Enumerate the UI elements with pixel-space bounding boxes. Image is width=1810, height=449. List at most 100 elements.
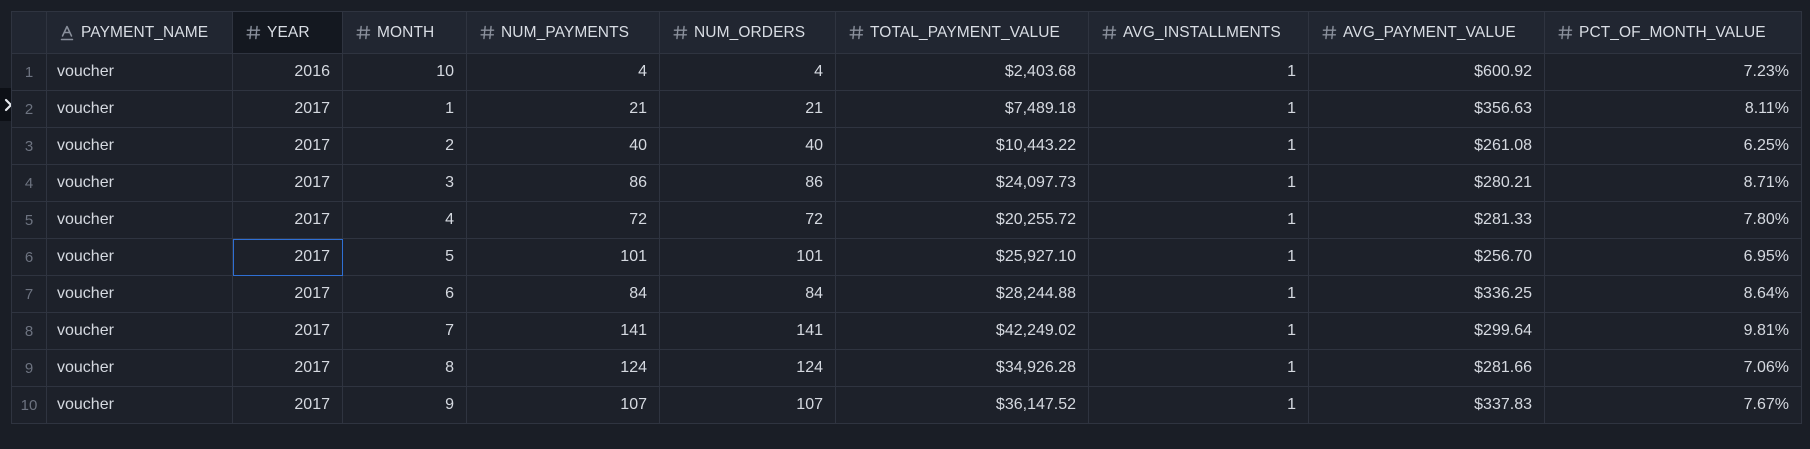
cell-pct-of-month-value[interactable]: 8.71%	[1544, 164, 1802, 202]
cell-total-payment-value[interactable]: $7,489.18	[835, 90, 1089, 128]
cell-num-orders[interactable]: 40	[659, 127, 836, 165]
cell-month[interactable]: 9	[342, 386, 467, 424]
column-header-num-orders[interactable]: NUM_ORDERS	[659, 11, 836, 54]
column-header-avg-installments[interactable]: AVG_INSTALLMENTS	[1088, 11, 1309, 54]
cell-pct-of-month-value[interactable]: 7.80%	[1544, 201, 1802, 239]
cell-avg-installments[interactable]: 1	[1088, 127, 1309, 165]
table-row[interactable]: 7 voucher 2017 6 84 84 $28,244.88 1 $336.25 8.64%	[11, 275, 1802, 313]
cell-num-payments[interactable]: 72	[466, 201, 660, 239]
table-row[interactable]: 3 voucher 2017 2 40 40 $10,443.22 1 $261.08 6.25%	[11, 127, 1802, 165]
active-cell[interactable]: 2017	[232, 238, 343, 276]
cell-avg-installments[interactable]: 1	[1088, 53, 1309, 91]
cell-month[interactable]: 10	[342, 53, 467, 91]
cell-year[interactable]: 2017	[232, 349, 343, 387]
cell-payment-name[interactable]: voucher	[46, 53, 233, 91]
cell-pct-of-month-value[interactable]: 8.64%	[1544, 275, 1802, 313]
cell-avg-installments[interactable]: 1	[1088, 90, 1309, 128]
column-header-total-payment-value[interactable]: TOTAL_PAYMENT_VALUE	[835, 11, 1089, 54]
table-row[interactable]: 6 voucher 2017 5 101 101 $25,927.10 1 $256.70 6.9…	[11, 238, 1802, 276]
cell-avg-payment-value[interactable]: $336.25	[1308, 275, 1545, 313]
cell-month[interactable]: 8	[342, 349, 467, 387]
cell-month[interactable]: 5	[342, 238, 467, 276]
cell-num-orders[interactable]: 86	[659, 164, 836, 202]
cell-payment-name[interactable]: voucher	[46, 275, 233, 313]
cell-num-payments[interactable]: 40	[466, 127, 660, 165]
table-row[interactable]: 9 voucher 2017 8 124 124 $34,926.28 1 $281.66 7.0…	[11, 349, 1802, 387]
cell-avg-payment-value[interactable]: $281.33	[1308, 201, 1545, 239]
cell-avg-installments[interactable]: 1	[1088, 312, 1309, 350]
cell-total-payment-value[interactable]: $28,244.88	[835, 275, 1089, 313]
column-header-avg-payment-value[interactable]: AVG_PAYMENT_VALUE	[1308, 11, 1545, 54]
cell-year[interactable]: 2017	[232, 275, 343, 313]
cell-num-orders[interactable]: 4	[659, 53, 836, 91]
cell-payment-name[interactable]: voucher	[46, 349, 233, 387]
cell-year[interactable]: 2017	[232, 90, 343, 128]
cell-avg-payment-value[interactable]: $280.21	[1308, 164, 1545, 202]
table-row[interactable]: 8 voucher 2017 7 141 141 $42,249.02 1 $299.64 9.8…	[11, 312, 1802, 350]
column-header-pct-of-month-value[interactable]: PCT_OF_MONTH_VALUE	[1544, 11, 1802, 54]
cell-year[interactable]: 2017	[232, 127, 343, 165]
cell-avg-installments[interactable]: 1	[1088, 201, 1309, 239]
column-header-year[interactable]: YEAR	[232, 11, 343, 54]
cell-month[interactable]: 4	[342, 201, 467, 239]
cell-avg-installments[interactable]: 1	[1088, 164, 1309, 202]
cell-num-payments[interactable]: 107	[466, 386, 660, 424]
cell-total-payment-value[interactable]: $42,249.02	[835, 312, 1089, 350]
cell-num-payments[interactable]: 84	[466, 275, 660, 313]
cell-num-orders[interactable]: 141	[659, 312, 836, 350]
cell-num-payments[interactable]: 101	[466, 238, 660, 276]
cell-avg-payment-value[interactable]: $356.63	[1308, 90, 1545, 128]
cell-month[interactable]: 7	[342, 312, 467, 350]
cell-year[interactable]: 2017	[232, 312, 343, 350]
cell-pct-of-month-value[interactable]: 6.25%	[1544, 127, 1802, 165]
cell-month[interactable]: 3	[342, 164, 467, 202]
cell-num-orders[interactable]: 84	[659, 275, 836, 313]
cell-total-payment-value[interactable]: $36,147.52	[835, 386, 1089, 424]
cell-num-orders[interactable]: 101	[659, 238, 836, 276]
cell-total-payment-value[interactable]: $24,097.73	[835, 164, 1089, 202]
cell-year[interactable]: 2016	[232, 53, 343, 91]
cell-payment-name[interactable]: voucher	[46, 238, 233, 276]
cell-pct-of-month-value[interactable]: 8.11%	[1544, 90, 1802, 128]
cell-payment-name[interactable]: voucher	[46, 127, 233, 165]
cell-avg-installments[interactable]: 1	[1088, 386, 1309, 424]
cell-payment-name[interactable]: voucher	[46, 312, 233, 350]
cell-avg-payment-value[interactable]: $281.66	[1308, 349, 1545, 387]
cell-avg-payment-value[interactable]: $337.83	[1308, 386, 1545, 424]
cell-pct-of-month-value[interactable]: 7.23%	[1544, 53, 1802, 91]
cell-avg-payment-value[interactable]: $256.70	[1308, 238, 1545, 276]
cell-payment-name[interactable]: voucher	[46, 164, 233, 202]
cell-total-payment-value[interactable]: $20,255.72	[835, 201, 1089, 239]
cell-num-payments[interactable]: 124	[466, 349, 660, 387]
cell-month[interactable]: 2	[342, 127, 467, 165]
cell-total-payment-value[interactable]: $2,403.68	[835, 53, 1089, 91]
table-row[interactable]: 10 voucher 2017 9 107 107 $36,147.52 1 $337.83 7.…	[11, 386, 1802, 424]
cell-num-orders[interactable]: 72	[659, 201, 836, 239]
column-header-month[interactable]: MONTH	[342, 11, 467, 54]
cell-num-orders[interactable]: 21	[659, 90, 836, 128]
cell-pct-of-month-value[interactable]: 7.67%	[1544, 386, 1802, 424]
cell-month[interactable]: 6	[342, 275, 467, 313]
cell-avg-payment-value[interactable]: $299.64	[1308, 312, 1545, 350]
cell-avg-installments[interactable]: 1	[1088, 349, 1309, 387]
cell-payment-name[interactable]: voucher	[46, 386, 233, 424]
cell-year[interactable]: 2017	[232, 201, 343, 239]
cell-avg-installments[interactable]: 1	[1088, 238, 1309, 276]
column-header-payment-name[interactable]: PAYMENT_NAME	[46, 11, 233, 54]
cell-total-payment-value[interactable]: $34,926.28	[835, 349, 1089, 387]
cell-month[interactable]: 1	[342, 90, 467, 128]
cell-year[interactable]: 2017	[232, 164, 343, 202]
cell-total-payment-value[interactable]: $25,927.10	[835, 238, 1089, 276]
cell-avg-payment-value[interactable]: $261.08	[1308, 127, 1545, 165]
cell-num-payments[interactable]: 4	[466, 53, 660, 91]
cell-payment-name[interactable]: voucher	[46, 90, 233, 128]
cell-pct-of-month-value[interactable]: 9.81%	[1544, 312, 1802, 350]
cell-num-payments[interactable]: 86	[466, 164, 660, 202]
cell-payment-name[interactable]: voucher	[46, 201, 233, 239]
cell-year[interactable]: 2017	[232, 386, 343, 424]
cell-avg-payment-value[interactable]: $600.92	[1308, 53, 1545, 91]
cell-pct-of-month-value[interactable]: 6.95%	[1544, 238, 1802, 276]
table-row[interactable]: 5 voucher 2017 4 72 72 $20,255.72 1 $281.33 7.80%	[11, 201, 1802, 239]
cell-num-orders[interactable]: 107	[659, 386, 836, 424]
cell-num-payments[interactable]: 21	[466, 90, 660, 128]
